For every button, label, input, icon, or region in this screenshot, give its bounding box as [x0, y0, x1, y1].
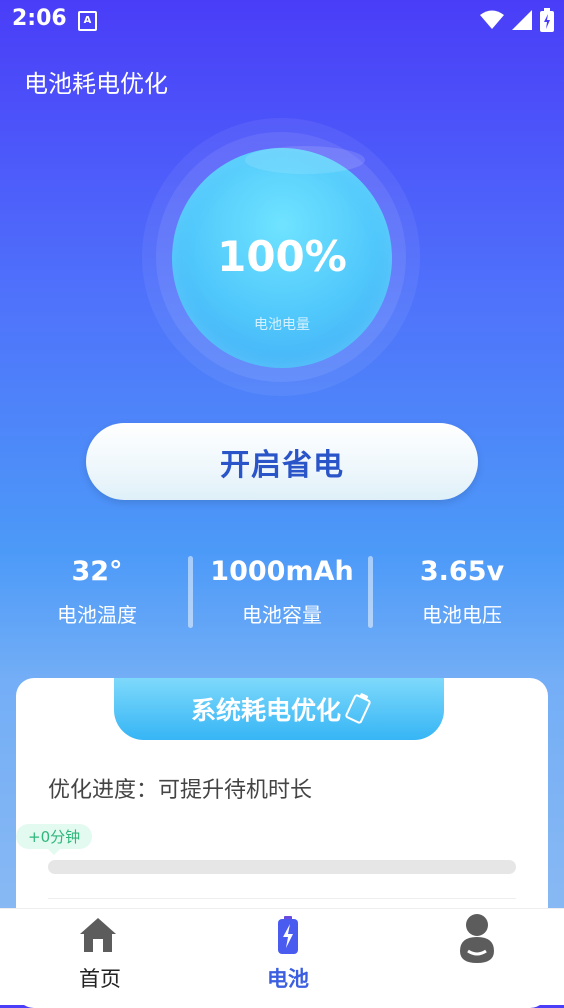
optimize-progress-text: 优化进度：可提升待机时长	[48, 778, 313, 803]
stat-temperature: 32° 电池温度	[12, 556, 182, 628]
stat-voltage-label: 电池电压	[422, 603, 502, 627]
signal-icon	[512, 10, 532, 30]
status-bar: 2:06 A	[0, 0, 564, 42]
optimize-card-title: 系统耗电优化	[190, 696, 341, 725]
stat-divider	[188, 556, 193, 628]
profile-icon	[460, 914, 494, 963]
stat-capacity: 1000mAh 电池容量	[197, 556, 367, 628]
stat-voltage-value: 3.65v	[419, 556, 505, 587]
battery-percent: 100%	[217, 232, 347, 281]
nav-item-home[interactable]: 首页	[6, 909, 194, 1005]
stat-voltage: 3.65v 电池电压	[377, 556, 547, 628]
nav-label-home: 首页	[79, 967, 121, 991]
stat-capacity-value: 1000mAh	[210, 556, 354, 587]
notification-icon: A	[78, 11, 97, 31]
nav-item-battery[interactable]: 电池	[194, 909, 382, 1005]
status-time: 2:06	[12, 6, 67, 31]
home-icon	[80, 918, 116, 952]
stat-temperature-label: 电池温度	[57, 603, 137, 627]
card-divider	[48, 898, 516, 899]
bottom-nav: 首页 电池	[0, 908, 564, 1005]
power-save-button[interactable]: 开启省电	[86, 423, 478, 500]
time-gain-badge: +0分钟	[16, 824, 93, 855]
optimize-progress-bar	[48, 860, 516, 874]
battery-tilt-icon	[344, 693, 372, 725]
stat-divider	[368, 556, 373, 628]
nav-label-battery: 电池	[267, 967, 309, 991]
battery-label: 电池电量	[254, 317, 310, 333]
battery-wave	[245, 146, 365, 174]
status-icons	[480, 8, 554, 32]
optimize-card-header: 系统耗电优化	[114, 678, 444, 740]
stat-temperature-value: 32°	[71, 556, 123, 587]
battery-icon	[278, 916, 298, 954]
nav-item-profile[interactable]	[382, 909, 564, 1005]
battery-status-icon	[540, 8, 554, 32]
stat-capacity-label: 电池容量	[242, 603, 322, 627]
wifi-icon	[480, 10, 504, 29]
page-title: 电池耗电优化	[24, 70, 168, 98]
